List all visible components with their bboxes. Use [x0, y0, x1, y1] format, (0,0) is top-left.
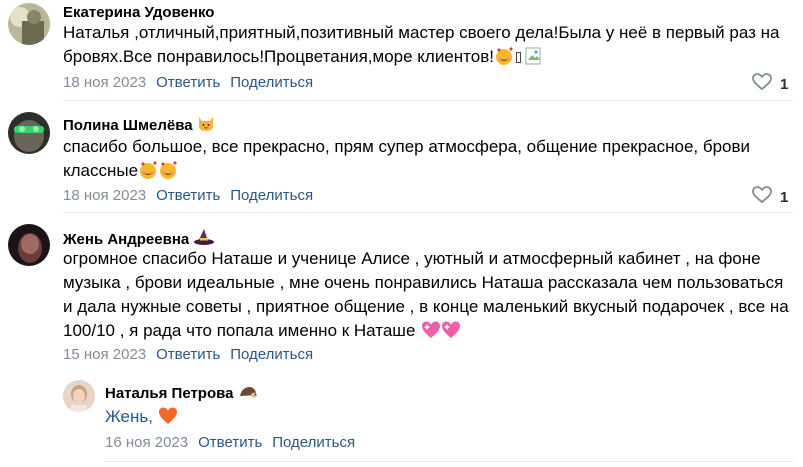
like-count: 1: [780, 188, 789, 206]
heart-outline-icon: [752, 73, 772, 95]
mention-link[interactable]: Жень,: [105, 407, 153, 426]
red-heart-emoji: [158, 406, 178, 426]
comment-text: Жень,: [105, 405, 178, 429]
avatar[interactable]: [63, 380, 95, 412]
like-count: 1: [780, 75, 789, 93]
share-link[interactable]: Поделиться: [272, 434, 355, 451]
sparkling-heart-emoji: [421, 320, 441, 340]
share-link[interactable]: Поделиться: [230, 187, 313, 204]
comment-author[interactable]: Полина Шмелёва: [63, 114, 215, 136]
smiling-face-with-hearts-emoji: [138, 160, 158, 180]
avatar[interactable]: [8, 224, 50, 266]
hedgehog-emoji: [238, 384, 258, 404]
comment-meta: 15 ноя 2023 Ответить Поделиться: [63, 346, 313, 363]
cat-face-emoji: [197, 114, 215, 136]
broken-image-icon: [525, 46, 543, 66]
comment-author[interactable]: Екатерина Удовенко: [63, 4, 214, 21]
reply-link[interactable]: Ответить: [156, 346, 220, 363]
divider: [63, 100, 793, 101]
avatar[interactable]: [8, 3, 50, 45]
avatar[interactable]: [8, 112, 50, 154]
reply-link[interactable]: Ответить: [156, 74, 220, 91]
comment-author[interactable]: Наталья Петрова: [105, 384, 258, 404]
share-link[interactable]: Поделиться: [230, 346, 313, 363]
reply-link[interactable]: Ответить: [156, 187, 220, 204]
share-link[interactable]: Поделиться: [230, 74, 313, 91]
comment-text: Наталья ,отличный,приятный,позитивный ма…: [63, 23, 780, 66]
comment-text: спасибо большое, все прекрасно, прям суп…: [63, 137, 751, 180]
comment-date[interactable]: 16 ноя 2023: [105, 434, 188, 451]
comment-meta: 16 ноя 2023 Ответить Поделиться: [105, 434, 355, 451]
smiling-face-with-hearts-emoji: [494, 46, 514, 66]
heart-outline-icon: [752, 186, 772, 208]
divider: [63, 212, 793, 213]
divider: [105, 461, 793, 462]
missing-glyph-icon: [516, 52, 521, 63]
comment-date[interactable]: 18 ноя 2023: [63, 74, 146, 91]
like-button[interactable]: 1: [752, 73, 788, 95]
comment-text: огромное спасибо Наташе и ученице Алисе …: [63, 249, 789, 340]
smiling-face-with-hearts-emoji: [158, 160, 178, 180]
reply-link[interactable]: Ответить: [198, 434, 262, 451]
comment-meta: 18 ноя 2023 Ответить Поделиться: [63, 74, 313, 91]
sparkling-heart-emoji: [441, 320, 461, 340]
comment-meta: 18 ноя 2023 Ответить Поделиться: [63, 187, 313, 204]
comment-date[interactable]: 15 ноя 2023: [63, 346, 146, 363]
like-button[interactable]: 1: [752, 186, 788, 208]
comment-date[interactable]: 18 ноя 2023: [63, 187, 146, 204]
